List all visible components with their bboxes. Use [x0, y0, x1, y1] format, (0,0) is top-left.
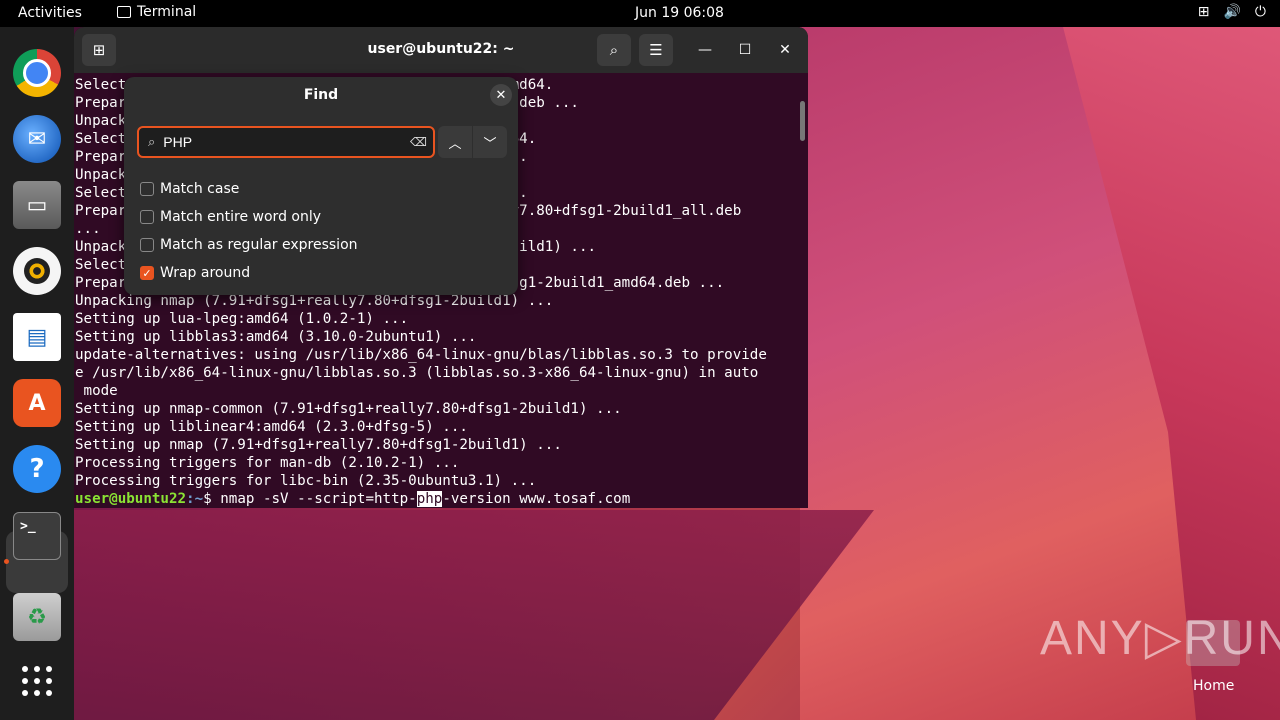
find-previous-button[interactable]: ︿ — [438, 126, 472, 158]
hamburger-icon: ☰ — [649, 41, 663, 59]
power-icon[interactable]: ⏻ — [1255, 4, 1266, 20]
command-text: -version www.tosaf.com — [442, 491, 631, 507]
terminal-headerbar[interactable]: ⊞ user@ubuntu22: ~ ⌕ ☰ — ☐ ✕ — [74, 27, 808, 73]
terminal-line: Setting up lua-lpeg:amd64 (1.0.2-1) ... — [75, 311, 409, 327]
home-label[interactable]: Home — [1193, 678, 1234, 694]
chevron-down-icon: ﹀ — [483, 136, 497, 152]
prompt-user: user@ubuntu22 — [75, 491, 187, 507]
checkbox[interactable]: ✓ — [140, 266, 154, 280]
terminal-line: Processing triggers for man-db (2.10.2-1… — [75, 455, 460, 471]
menu-button[interactable]: ☰ — [639, 34, 673, 66]
app-menu[interactable]: Terminal — [117, 4, 196, 20]
find-dialog: Find ✕ ⌕ ⌫ ︿ ﹀ Match case Match entire wo… — [124, 77, 518, 295]
find-close-button[interactable]: ✕ — [490, 84, 512, 106]
trash-icon[interactable]: ♻ — [13, 593, 61, 641]
clear-icon[interactable]: ⌫ — [410, 135, 427, 149]
wallpaper-shape — [74, 510, 874, 720]
show-apps-button[interactable] — [13, 657, 61, 705]
files-icon[interactable]: ▭ — [13, 181, 61, 229]
running-indicator — [4, 559, 9, 564]
writer-icon[interactable]: ▤ — [13, 313, 61, 361]
find-next-button[interactable]: ﹀ — [473, 126, 507, 158]
app-center-icon[interactable]: A — [13, 379, 61, 427]
thunderbird-icon[interactable]: ✉ — [13, 115, 61, 163]
clock[interactable]: Jun 19 06:08 — [635, 5, 724, 21]
search-icon: ⌕ — [609, 41, 619, 59]
volume-icon[interactable]: 🔊 — [1223, 4, 1240, 20]
system-tray[interactable]: ⊞ 🔊 ⏻ — [1198, 4, 1266, 20]
find-option-match-case[interactable]: Match case — [140, 181, 239, 197]
top-bar: Activities Terminal Jun 19 06:08 ⊞ 🔊 ⏻ — [0, 0, 1280, 27]
search-icon: ⌕ — [148, 134, 156, 150]
maximize-icon: ☐ — [738, 42, 752, 58]
grid-icon — [22, 666, 52, 696]
find-option-match-as-regular-expression[interactable]: Match as regular expression — [140, 237, 358, 253]
terminal-line: Setting up libblas3:amd64 (3.10.0-2ubunt… — [75, 329, 477, 345]
activities-button[interactable]: Activities — [18, 5, 82, 21]
help-icon[interactable]: ? — [13, 445, 61, 493]
chevron-up-icon: ︿ — [448, 136, 462, 152]
option-label: Match entire word only — [160, 209, 322, 225]
option-label: Match as regular expression — [160, 237, 358, 253]
search-field[interactable]: ⌕ ⌫ — [137, 126, 435, 158]
find-option-match-entire-word-only[interactable]: Match entire word only — [140, 209, 321, 225]
prompt-symbol: $ — [203, 491, 221, 507]
terminal-line: mode — [75, 383, 118, 399]
prompt-path: :~ — [186, 491, 204, 507]
option-label: Wrap around — [160, 265, 251, 281]
minimize-button[interactable]: — — [695, 40, 715, 60]
scrollbar[interactable] — [800, 101, 805, 141]
checkbox[interactable] — [140, 210, 154, 224]
terminal-icon — [117, 6, 131, 18]
terminal-line: Setting up nmap (7.91+dfsg1+really7.80+d… — [75, 437, 562, 453]
option-label: Match case — [160, 181, 240, 197]
rhythmbox-icon[interactable] — [13, 247, 61, 295]
close-icon: ✕ — [779, 42, 791, 58]
checkbox[interactable] — [140, 182, 154, 196]
terminal-line: e /usr/lib/x86_64-linux-gnu/libblas.so.3… — [75, 365, 759, 381]
dock: ✉ ▭ ▤ A ? >_ ♻ — [0, 27, 74, 720]
terminal-line: Setting up nmap-common (7.91+dfsg1+reall… — [75, 401, 622, 417]
close-button[interactable]: ✕ — [775, 40, 795, 60]
app-menu-label: Terminal — [137, 4, 197, 20]
chrome-icon[interactable] — [13, 49, 61, 97]
find-title: Find — [303, 87, 339, 103]
search-button[interactable]: ⌕ — [597, 34, 631, 66]
command-text: nmap -sV --script=http- — [220, 491, 417, 507]
network-icon[interactable]: ⊞ — [1198, 4, 1210, 20]
watermark-logo: ANY▷RUN — [1040, 612, 1280, 665]
close-icon: ✕ — [495, 87, 507, 103]
terminal-line: Processing triggers for libc-bin (2.35-0… — [75, 473, 537, 489]
prompt-line: user@ubuntu22:~$ nmap -sV --script=http-… — [75, 490, 803, 508]
terminal-line: Setting up liblinear4:amd64 (2.3.0+dfsg-… — [75, 419, 468, 435]
maximize-button[interactable]: ☐ — [735, 40, 755, 60]
minimize-icon: — — [698, 42, 712, 58]
search-input[interactable] — [161, 133, 396, 151]
checkbox[interactable] — [140, 238, 154, 252]
search-match-highlight: php — [416, 491, 443, 507]
find-option-wrap-around[interactable]: ✓ Wrap around — [140, 265, 250, 281]
terminal-dock-icon[interactable]: >_ — [13, 512, 61, 560]
terminal-line: update-alternatives: using /usr/lib/x86_… — [75, 347, 767, 363]
